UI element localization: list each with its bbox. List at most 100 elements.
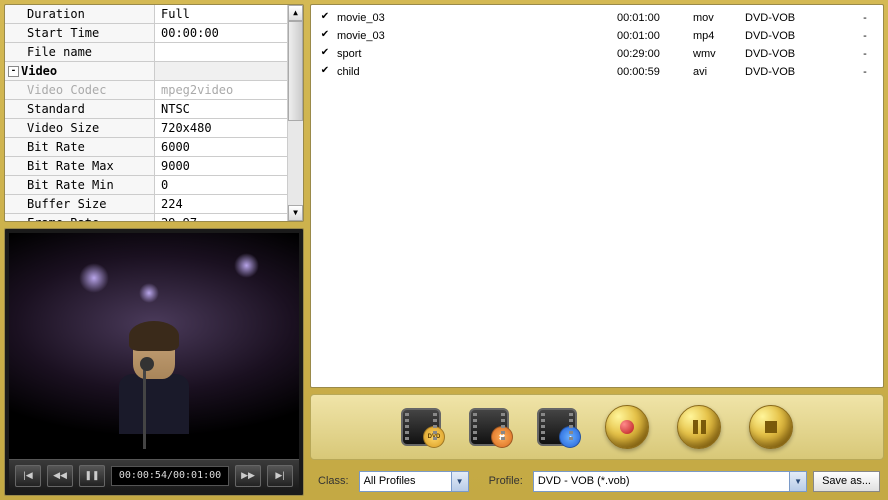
prop-section-video[interactable]: - Video [5, 62, 303, 81]
list-item[interactable]: ✔ child 00:00:59 avi DVD-VOB - [311, 63, 883, 81]
prop-value[interactable]: 6000 [155, 138, 303, 156]
profile-combo[interactable]: DVD - VOB (*.vob) ▼ [533, 471, 807, 492]
prop-row-standard[interactable]: Standard NTSC [5, 100, 303, 119]
prop-row-bitrate[interactable]: Bit Rate 6000 [5, 138, 303, 157]
prev-track-button[interactable]: |◀ [15, 465, 41, 487]
chevron-down-icon[interactable]: ▼ [789, 472, 806, 491]
prop-label: Bit Rate Min [5, 176, 155, 194]
record-button[interactable] [605, 405, 649, 449]
file-name: child [337, 66, 587, 78]
prop-label: Standard [5, 100, 155, 118]
left-pane: Duration Full Start Time 00:00:00 File n… [4, 4, 304, 496]
prop-value[interactable]: 224 [155, 195, 303, 213]
prop-label: File name [5, 43, 155, 61]
performer-figure [109, 329, 199, 449]
file-duration: 00:00:59 [617, 66, 687, 78]
remove-file-button[interactable]: ✖ [469, 408, 509, 446]
profile-label: Profile: [485, 475, 527, 487]
file-list[interactable]: ✔movie_0300:01:00movDVD-VOB-✔movie_0300:… [310, 4, 884, 388]
file-name: sport [337, 48, 587, 60]
remove-badge-icon: ✖ [491, 426, 513, 448]
prop-label: Start Time [5, 24, 155, 42]
forward-button[interactable]: ▶▶ [235, 465, 261, 487]
prop-value[interactable] [155, 43, 303, 61]
stop-button[interactable] [749, 405, 793, 449]
collapse-icon[interactable]: - [8, 66, 19, 77]
prop-value: mpeg2video [155, 81, 303, 99]
list-item[interactable]: ✔movie_0300:01:00movDVD-VOB- [311, 9, 883, 27]
prop-value[interactable]: 720x480 [155, 119, 303, 137]
prop-row-bitrate-max[interactable]: Bit Rate Max 9000 [5, 157, 303, 176]
scroll-down-icon[interactable]: ▼ [288, 205, 303, 221]
prop-label: Bit Rate Max [5, 157, 155, 175]
file-type: mov [693, 12, 739, 24]
prop-label: Bit Rate [5, 138, 155, 156]
checkmark-icon[interactable]: ✔ [319, 30, 331, 42]
prop-label: Buffer Size [5, 195, 155, 213]
prop-row-framerate[interactable]: Frame Rate 29.97 [5, 214, 303, 222]
file-dash: - [855, 30, 875, 42]
pause-button[interactable] [677, 405, 721, 449]
file-type: wmv [693, 48, 739, 60]
rewind-button[interactable]: ◀◀ [47, 465, 73, 487]
prop-value[interactable]: 00:00:00 [155, 24, 303, 42]
property-grid-scrollbar[interactable]: ▲ ▼ [287, 5, 303, 221]
save-as-label: Save as... [822, 475, 871, 487]
prop-label: Video Codec [5, 81, 155, 99]
prop-value[interactable]: 29.97 [155, 214, 303, 222]
pause-icon [693, 420, 706, 434]
checkmark-icon[interactable]: ✔ [319, 48, 331, 60]
record-icon [620, 420, 634, 434]
stage-light-icon [139, 283, 159, 303]
settings-button[interactable]: ◑ [537, 408, 577, 446]
file-target: DVD-VOB [745, 66, 825, 78]
prop-label: Frame Rate [5, 214, 155, 222]
stage-light-icon [234, 253, 259, 278]
class-combo-value: All Profiles [364, 475, 416, 487]
main-toolbar: DVD ✖ ◑ [310, 394, 884, 460]
prop-row-duration[interactable]: Duration Full [5, 5, 303, 24]
right-pane: ✔movie_0300:01:00movDVD-VOB-✔movie_0300:… [310, 4, 884, 496]
file-dash: - [855, 12, 875, 24]
prop-value[interactable]: 0 [155, 176, 303, 194]
prop-section-label: Video [5, 62, 155, 80]
file-name: movie_03 [337, 30, 587, 42]
profile-bar: Class: All Profiles ▼ Profile: DVD - VOB… [310, 466, 884, 496]
list-item[interactable]: ✔movie_0300:01:00mp4DVD-VOB- [311, 27, 883, 45]
video-canvas[interactable] [9, 233, 299, 459]
chevron-down-icon[interactable]: ▼ [451, 472, 468, 491]
prop-value[interactable]: NTSC [155, 100, 303, 118]
file-target: DVD-VOB [745, 48, 825, 60]
prop-row-buffer[interactable]: Buffer Size 224 [5, 195, 303, 214]
stop-icon [765, 421, 777, 433]
checkmark-icon[interactable]: ✔ [319, 12, 331, 24]
prop-row-video-size[interactable]: Video Size 720x480 [5, 119, 303, 138]
save-as-button[interactable]: Save as... [813, 471, 880, 492]
next-track-button[interactable]: ▶| [267, 465, 293, 487]
stage-light-icon [79, 263, 109, 293]
file-dash: - [855, 66, 875, 78]
dvd-badge-icon: DVD [423, 426, 445, 448]
file-duration: 00:01:00 [617, 30, 687, 42]
prop-value[interactable]: 9000 [155, 157, 303, 175]
video-preview: |◀ ◀◀ ❚❚ 00:00:54/00:01:00 ▶▶ ▶| [4, 228, 304, 496]
list-item[interactable]: ✔sport00:29:00wmvDVD-VOB- [311, 45, 883, 63]
prop-row-video-codec: Video Codec mpeg2video [5, 81, 303, 100]
timecode-display: 00:00:54/00:01:00 [111, 466, 229, 486]
class-combo[interactable]: All Profiles ▼ [359, 471, 469, 492]
app-window: Duration Full Start Time 00:00:00 File n… [0, 0, 888, 500]
property-grid[interactable]: Duration Full Start Time 00:00:00 File n… [4, 4, 304, 222]
checkmark-icon[interactable]: ✔ [319, 66, 331, 78]
play-pause-button[interactable]: ❚❚ [79, 465, 105, 487]
preview-transport: |◀ ◀◀ ❚❚ 00:00:54/00:01:00 ▶▶ ▶| [9, 459, 299, 491]
scrollbar-thumb[interactable] [288, 21, 303, 121]
burn-dvd-button[interactable]: DVD [401, 408, 441, 446]
prop-value[interactable]: Full [155, 5, 303, 23]
prop-row-file-name[interactable]: File name [5, 43, 303, 62]
prop-row-bitrate-min[interactable]: Bit Rate Min 0 [5, 176, 303, 195]
scroll-up-icon[interactable]: ▲ [288, 5, 303, 21]
prop-label: Video Size [5, 119, 155, 137]
prop-row-start-time[interactable]: Start Time 00:00:00 [5, 24, 303, 43]
file-target: DVD-VOB [745, 30, 825, 42]
file-type: avi [693, 66, 739, 78]
